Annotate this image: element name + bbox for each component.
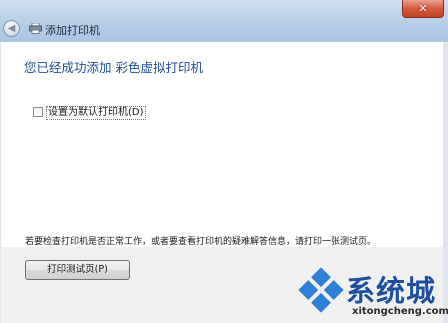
close-button[interactable]: ✕ [402,0,444,18]
window-title: 添加打印机 [45,24,100,37]
watermark-url: xitongcheng.com [352,306,448,317]
info-text: 若要检查打印机是否正常工作，或者要查看打印机的疑难解答信息，请打印一张测试页。 [25,237,377,247]
print-test-page-button[interactable]: 打印测试页(P) [25,260,130,280]
print-test-page-label: 打印测试页(P) [47,264,108,275]
close-icon: ✕ [418,2,428,15]
back-button[interactable]: ◀ [3,20,20,37]
page-title: 您已经成功添加 彩色虚拟打印机 [24,60,203,75]
watermark-brand: 系统城 [346,274,437,308]
printer-icon [29,23,42,34]
windows-logo-icon [298,267,344,313]
default-printer-checkbox[interactable] [33,107,43,117]
default-printer-label[interactable]: 设置为默认打印机(D) [46,106,146,120]
back-arrow-icon: ◀ [7,23,16,34]
